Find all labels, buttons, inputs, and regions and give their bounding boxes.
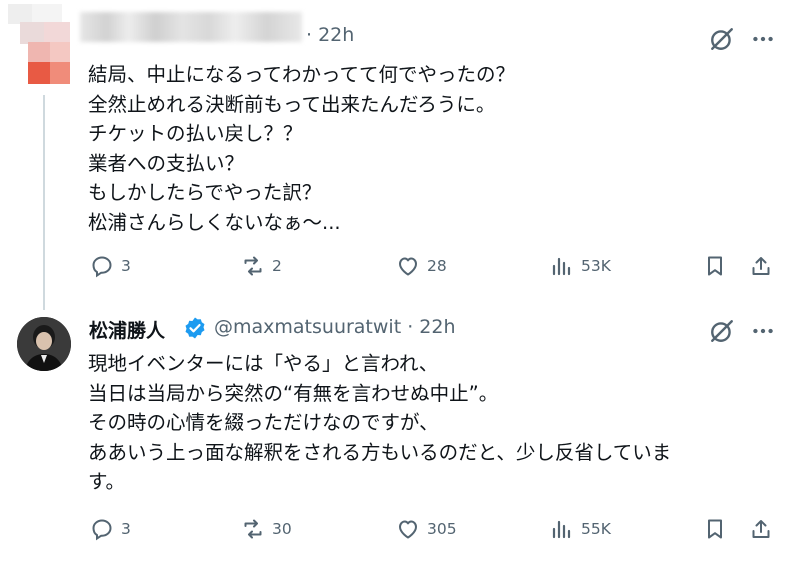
bookmark-icon[interactable]: [703, 254, 727, 278]
views-icon: [552, 257, 571, 276]
views-icon: [552, 520, 571, 539]
grok-icon[interactable]: [709, 26, 735, 52]
views-button[interactable]: 53K: [550, 254, 611, 278]
repost-icon: [244, 256, 262, 276]
repost-button[interactable]: 30: [241, 517, 292, 541]
view-count: 53K: [581, 257, 611, 275]
repost-count: 30: [272, 520, 292, 538]
like-icon: [399, 520, 417, 539]
grok-icon[interactable]: [709, 318, 735, 344]
reply-count: 3: [121, 520, 131, 538]
view-count: 55K: [581, 520, 611, 538]
reply-button[interactable]: 3: [90, 517, 131, 541]
bookmark-icon[interactable]: [703, 517, 727, 541]
like-button[interactable]: 28: [396, 254, 447, 278]
handle-and-time[interactable]: @maxmatsuuratwit · 22h: [214, 316, 456, 338]
tweet-time[interactable]: · 22h: [306, 24, 354, 46]
display-name[interactable]: 松浦勝人: [89, 316, 165, 343]
avatar-blurred[interactable]: [8, 4, 80, 84]
reply-count: 3: [121, 257, 131, 275]
share-icon[interactable]: [749, 254, 773, 278]
repost-button[interactable]: 2: [241, 254, 282, 278]
reply-button[interactable]: 3: [90, 254, 131, 278]
verified-badge-icon: [185, 317, 205, 339]
display-name-blurred[interactable]: [80, 12, 302, 42]
views-button[interactable]: 55K: [550, 517, 611, 541]
repost-count: 2: [272, 257, 282, 275]
tweet-text: 現地イベンターには「やる」と言われ、 当日は当局から突然の“有無を言わせぬ中止”…: [88, 352, 672, 493]
reply-icon: [92, 256, 112, 278]
like-count: 28: [427, 257, 447, 275]
like-icon: [399, 257, 417, 276]
like-button[interactable]: 305: [396, 517, 457, 541]
reply-icon: [92, 519, 112, 541]
thread-connector-line: [43, 95, 45, 310]
more-icon[interactable]: [750, 318, 776, 344]
like-count: 305: [427, 520, 457, 538]
tweet-parent[interactable]: · 22h 結局、中止になるってわかってて何でやったの？ 全然止めれる決断前もっ…: [0, 0, 795, 300]
repost-icon: [244, 519, 262, 539]
more-icon[interactable]: [750, 26, 776, 52]
share-icon[interactable]: [749, 517, 773, 541]
tweet-text: 結局、中止になるってわかってて何でやったの？ 全然止めれる決断前もって出来たんだ…: [88, 63, 516, 234]
avatar[interactable]: [17, 317, 71, 371]
